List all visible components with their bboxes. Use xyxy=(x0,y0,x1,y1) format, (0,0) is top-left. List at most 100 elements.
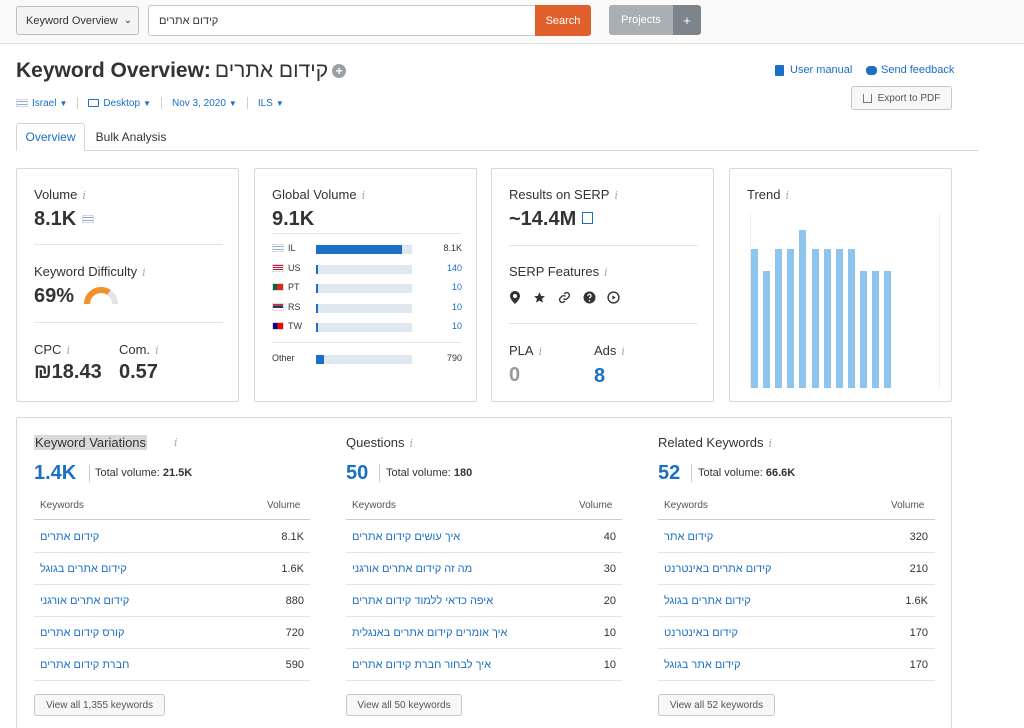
keyword-volume: 10 xyxy=(603,627,616,639)
trend-bar[interactable] xyxy=(751,249,758,388)
country-row-il[interactable]: IL 8.1K xyxy=(272,243,462,254)
send-feedback-link[interactable]: Send feedback xyxy=(866,64,954,76)
keyword-volume: 880 xyxy=(285,595,304,607)
trend-bar[interactable] xyxy=(763,271,771,388)
divider xyxy=(658,648,935,649)
global-volume-label: Global Volume xyxy=(272,187,357,202)
info-icon[interactable]: i xyxy=(621,345,625,358)
keyword-link[interactable]: איך אומרים קידום אתרים באנגלית xyxy=(352,627,507,639)
total-value: 180 xyxy=(453,467,473,479)
device-filter[interactable]: Desktop ▼ xyxy=(88,98,151,109)
keyword-link[interactable]: קידום אתר xyxy=(664,531,713,543)
keyword-link[interactable]: קידום אתרים באינטרנט xyxy=(664,563,772,575)
keyword-link[interactable]: איך לבחור חברת קידום אתרים xyxy=(352,659,491,671)
view-all-related-button[interactable]: View all 52 keywords xyxy=(658,694,775,716)
country-row-us[interactable]: US 140 xyxy=(272,263,462,274)
total-label: Total volume: xyxy=(386,467,451,479)
projects-button[interactable]: Projects xyxy=(609,5,673,35)
keyword-link[interactable]: קידום אתרים בגוגל xyxy=(664,595,751,607)
trend-bar[interactable] xyxy=(799,230,807,388)
info-icon[interactable]: i xyxy=(142,266,146,279)
info-icon[interactable]: i xyxy=(362,189,366,202)
trend-bar[interactable] xyxy=(775,249,783,388)
divider xyxy=(89,464,90,482)
trend-bar[interactable] xyxy=(787,249,795,388)
keyword-volume: 320 xyxy=(909,531,928,543)
info-icon[interactable]: i xyxy=(82,189,86,202)
kd-value: 69% xyxy=(34,285,75,307)
location-pin-icon xyxy=(510,291,520,304)
keyword-link[interactable]: מה זה קידום אתרים אורגני xyxy=(352,563,472,575)
israel-flag-icon xyxy=(16,99,28,107)
search-input[interactable]: קידום אתרים xyxy=(148,5,536,36)
trend-bar[interactable] xyxy=(847,249,855,388)
country-row-pt[interactable]: PT 10 xyxy=(272,282,462,293)
keyword-link[interactable]: איפה כדאי ללמוד קידום אתרים xyxy=(352,595,493,607)
divider xyxy=(246,97,248,109)
chevron-down-icon: ▼ xyxy=(228,98,237,108)
info-icon[interactable]: i xyxy=(785,189,789,202)
tab-overview[interactable]: Overview xyxy=(16,123,85,151)
info-icon[interactable]: i xyxy=(155,344,159,357)
trend-bar[interactable] xyxy=(859,271,867,388)
search-button[interactable]: Search xyxy=(535,5,591,36)
tool-select-dropdown[interactable]: Keyword Overview ⌄ xyxy=(16,6,139,35)
questions-count[interactable]: 50 xyxy=(346,462,368,485)
country-volume: 10 xyxy=(451,321,462,331)
country-volume: 10 xyxy=(451,302,462,312)
info-icon[interactable]: i xyxy=(410,437,414,450)
add-project-button[interactable]: + xyxy=(673,5,701,35)
export-icon xyxy=(862,93,872,103)
export-pdf-button[interactable]: Export to PDF xyxy=(851,86,952,110)
volume-bar-track xyxy=(316,265,412,274)
trend-bar[interactable] xyxy=(823,249,831,388)
divider xyxy=(509,323,698,324)
country-row-tw[interactable]: TW 10 xyxy=(272,321,462,332)
filters-bar: Israel ▼ Desktop ▼ Nov 3, 2020 ▼ ILS ▼ xyxy=(16,97,294,109)
keyword-link[interactable]: חברת קידום אתרים xyxy=(40,659,129,671)
total-label: Total volume: xyxy=(698,467,763,479)
info-icon[interactable]: i xyxy=(66,344,70,357)
keyword-link[interactable]: קידום אתרים אורגני xyxy=(40,595,129,607)
variations-title[interactable]: Keyword Variations xyxy=(35,435,146,450)
view-all-variations-button[interactable]: View all 1,355 keywords xyxy=(34,694,165,716)
ads-value[interactable]: 8 xyxy=(594,365,605,388)
trend-bar[interactable] xyxy=(835,249,843,388)
trend-bar[interactable] xyxy=(811,249,819,388)
currency-filter[interactable]: ILS ▼ xyxy=(258,98,284,109)
divider xyxy=(509,245,698,246)
volume-label: Volume xyxy=(34,187,78,202)
serp-snapshot-icon[interactable] xyxy=(581,212,593,224)
book-icon xyxy=(775,64,784,76)
keyword-link[interactable]: קידום אתרים xyxy=(40,531,99,543)
date-filter-label: Nov 3, 2020 xyxy=(171,97,226,109)
keyword-link[interactable]: קידום אתר בגוגל xyxy=(664,659,741,671)
info-icon[interactable]: i xyxy=(769,437,773,450)
keyword-link[interactable]: קורס קידום אתרים xyxy=(40,627,124,639)
serbia-flag-icon xyxy=(272,303,284,311)
country-filter[interactable]: Israel ▼ xyxy=(16,98,67,109)
date-filter[interactable]: Nov 3, 2020 ▼ xyxy=(172,98,237,109)
keyword-link[interactable]: קידום באינטרנט xyxy=(664,627,738,639)
add-keyword-icon[interactable]: + xyxy=(332,64,347,78)
trend-bar[interactable] xyxy=(872,271,879,388)
variations-count[interactable]: 1.4K xyxy=(34,462,76,485)
keyword-volume: 170 xyxy=(909,627,928,639)
questions-title[interactable]: Questions xyxy=(346,435,405,450)
user-manual-link[interactable]: User manual xyxy=(775,64,852,76)
kd-label: Keyword Difficulty xyxy=(34,264,138,279)
trend-bar[interactable] xyxy=(884,271,892,388)
keyword-link[interactable]: איך עושים קידום אתרים xyxy=(352,531,460,543)
info-icon[interactable]: i xyxy=(614,189,618,202)
country-row-rs[interactable]: RS 10 xyxy=(272,302,462,313)
tab-bulk-analysis[interactable]: Bulk Analysis xyxy=(93,123,169,151)
view-all-questions-button[interactable]: View all 50 keywords xyxy=(346,694,462,716)
related-title[interactable]: Related Keywords xyxy=(658,435,764,450)
info-icon[interactable]: i xyxy=(539,345,543,358)
info-icon[interactable]: i xyxy=(604,266,608,279)
info-icon[interactable]: i xyxy=(174,436,178,449)
related-count[interactable]: 52 xyxy=(658,462,680,485)
other-label: Other xyxy=(272,353,295,363)
global-volume-value: 9.1K xyxy=(272,208,315,230)
keyword-link[interactable]: קידום אתרים בגוגל xyxy=(40,563,127,575)
